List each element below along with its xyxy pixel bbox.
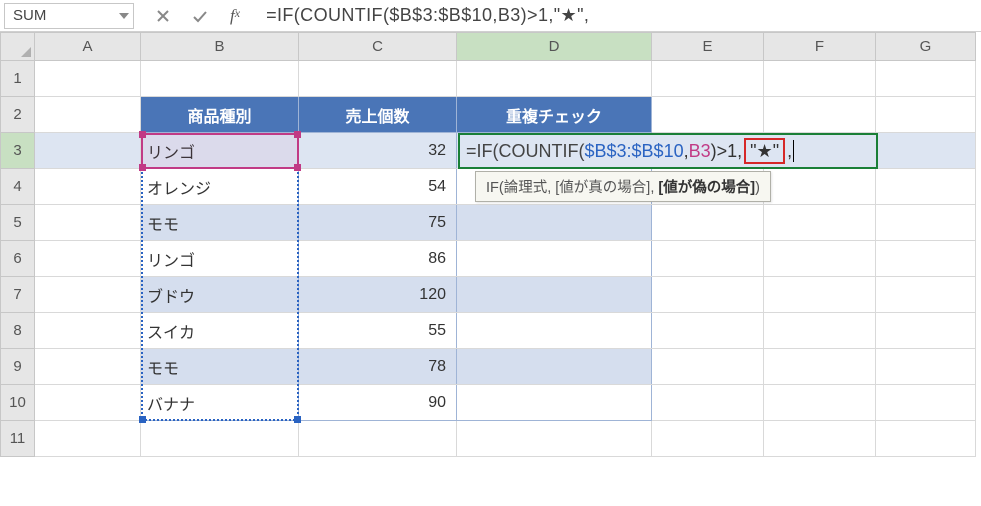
cell-B5[interactable]: モモ bbox=[141, 205, 299, 241]
column-header-row: A B C D E F G bbox=[1, 33, 976, 61]
select-all-corner[interactable] bbox=[1, 33, 35, 61]
row-header-4[interactable]: 4 bbox=[1, 169, 35, 205]
tooltip-arg2[interactable]: [値が真の場合] bbox=[555, 180, 650, 196]
cell-B9[interactable]: モモ bbox=[141, 349, 299, 385]
formula-bar: SUM fx =IF(COUNTIF($B$3:$B$10,B3)>1,"★", bbox=[0, 0, 981, 32]
formula-bar-icons: fx bbox=[142, 6, 254, 26]
row-1: 1 bbox=[1, 61, 976, 97]
cell-B4[interactable]: オレンジ bbox=[141, 169, 299, 205]
col-header-G[interactable]: G bbox=[876, 33, 976, 61]
cells-table: A B C D E F G 1 2 商品種別 売上個数 重複チェック 3 リンゴ… bbox=[0, 32, 976, 457]
formula-tooltip[interactable]: IF(論理式, [値が真の場合], [値が偽の場合]) bbox=[475, 171, 771, 202]
cell-D9[interactable] bbox=[457, 349, 652, 385]
row-header-5[interactable]: 5 bbox=[1, 205, 35, 241]
table-header-d[interactable]: 重複チェック bbox=[457, 97, 652, 133]
col-header-E[interactable]: E bbox=[652, 33, 764, 61]
cell-B10[interactable]: バナナ bbox=[141, 385, 299, 421]
tooltip-fn: IF( bbox=[486, 180, 504, 196]
cell-C3[interactable]: 32 bbox=[299, 133, 457, 169]
row-10: 10 バナナ 90 bbox=[1, 385, 976, 421]
col-header-F[interactable]: F bbox=[764, 33, 876, 61]
row-header-1[interactable]: 1 bbox=[1, 61, 35, 97]
fx-icon[interactable]: fx bbox=[230, 6, 240, 26]
row-header-11[interactable]: 11 bbox=[1, 421, 35, 457]
cell-D5[interactable] bbox=[457, 205, 652, 241]
row-6: 6 リンゴ 86 bbox=[1, 241, 976, 277]
row-9: 9 モモ 78 bbox=[1, 349, 976, 385]
text-cursor bbox=[793, 140, 794, 162]
cancel-icon[interactable] bbox=[156, 9, 170, 23]
edit-range: $B$3:$B$10 bbox=[585, 141, 684, 162]
row-header-6[interactable]: 6 bbox=[1, 241, 35, 277]
col-header-D[interactable]: D bbox=[457, 33, 652, 61]
cell-C9[interactable]: 78 bbox=[299, 349, 457, 385]
row-header-9[interactable]: 9 bbox=[1, 349, 35, 385]
row-header-2[interactable]: 2 bbox=[1, 97, 35, 133]
edit-front: =IF(COUNTIF( bbox=[466, 141, 585, 162]
name-box-dropdown-icon[interactable] bbox=[119, 13, 129, 19]
row-8: 8 スイカ 55 bbox=[1, 313, 976, 349]
row-7: 7 ブドウ 120 bbox=[1, 277, 976, 313]
cell-D10[interactable] bbox=[457, 385, 652, 421]
col-header-A[interactable]: A bbox=[35, 33, 141, 61]
name-box[interactable]: SUM bbox=[4, 3, 134, 29]
name-box-value: SUM bbox=[13, 7, 46, 24]
cell-B8[interactable]: スイカ bbox=[141, 313, 299, 349]
row-5: 5 モモ 75 bbox=[1, 205, 976, 241]
table-header-c[interactable]: 売上個数 bbox=[299, 97, 457, 133]
row-header-3[interactable]: 3 bbox=[1, 133, 35, 169]
cell-C8[interactable]: 55 bbox=[299, 313, 457, 349]
cell-C4[interactable]: 54 bbox=[299, 169, 457, 205]
cell-D6[interactable] bbox=[457, 241, 652, 277]
row-header-8[interactable]: 8 bbox=[1, 313, 35, 349]
cell-C10[interactable]: 90 bbox=[299, 385, 457, 421]
edit-comma2: , bbox=[787, 141, 792, 162]
cell-C7[interactable]: 120 bbox=[299, 277, 457, 313]
cell-D7[interactable] bbox=[457, 277, 652, 313]
edit-ref: B3 bbox=[689, 141, 711, 162]
cell-B7[interactable]: ブドウ bbox=[141, 277, 299, 313]
edit-cell-D3[interactable]: =IF(COUNTIF($B$3:$B$10,B3)>1,"★", bbox=[458, 133, 878, 169]
formula-input[interactable]: =IF(COUNTIF($B$3:$B$10,B3)>1,"★", bbox=[262, 5, 977, 26]
tooltip-arg3[interactable]: [値が偽の場合] bbox=[658, 180, 755, 196]
cell-D8[interactable] bbox=[457, 313, 652, 349]
cell-B3[interactable]: リンゴ bbox=[141, 133, 299, 169]
cell-C6[interactable]: 86 bbox=[299, 241, 457, 277]
cell-C5[interactable]: 75 bbox=[299, 205, 457, 241]
tooltip-arg1[interactable]: 論理式 bbox=[504, 180, 548, 196]
row-header-10[interactable]: 10 bbox=[1, 385, 35, 421]
edit-mid: )>1, bbox=[711, 141, 743, 162]
row-11: 11 bbox=[1, 421, 976, 457]
table-header-b[interactable]: 商品種別 bbox=[141, 97, 299, 133]
col-header-B[interactable]: B bbox=[141, 33, 299, 61]
edit-star-highlight: "★" bbox=[744, 138, 785, 164]
enter-icon[interactable] bbox=[192, 9, 208, 23]
formula-text: =IF(COUNTIF($B$3:$B$10,B3)>1,"★", bbox=[266, 5, 589, 25]
tooltip-close: ) bbox=[755, 180, 760, 196]
row-2: 2 商品種別 売上個数 重複チェック bbox=[1, 97, 976, 133]
col-header-C[interactable]: C bbox=[299, 33, 457, 61]
worksheet-grid[interactable]: A B C D E F G 1 2 商品種別 売上個数 重複チェック 3 リンゴ… bbox=[0, 32, 981, 457]
cell-B6[interactable]: リンゴ bbox=[141, 241, 299, 277]
row-header-7[interactable]: 7 bbox=[1, 277, 35, 313]
